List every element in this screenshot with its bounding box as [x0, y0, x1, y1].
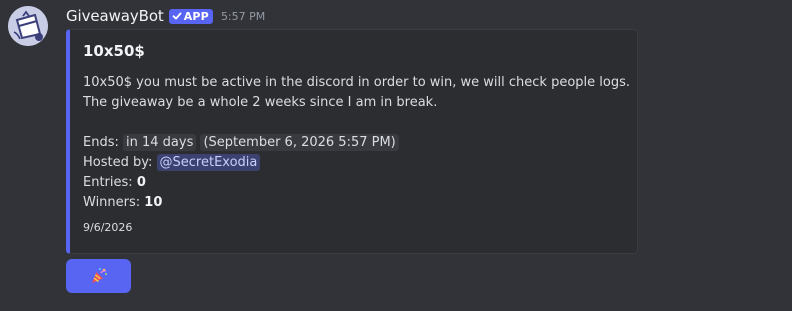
embed-title: 10x50$ — [83, 42, 145, 60]
ends-relative-time[interactable]: in 14 days — [123, 134, 197, 151]
description-line-2: The giveaway be a whole 2 weeks since I … — [83, 95, 438, 110]
message-timestamp[interactable]: 5:57 PM — [221, 10, 265, 23]
ends-absolute-time[interactable]: (September 6, 2026 5:57 PM) — [200, 134, 399, 151]
winners-row: Winners: 10 — [83, 193, 631, 213]
winners-value: 10 — [144, 195, 163, 210]
username[interactable]: GiveawayBot — [66, 7, 164, 25]
embed-footer-date: 9/6/2026 — [83, 221, 133, 234]
verified-check-icon — [172, 12, 182, 20]
entries-row: Entries: 0 — [83, 173, 631, 193]
message-header: GiveawayBot APP 5:57 PM — [66, 6, 265, 26]
giveaway-embed: 10x50$ 10x50$ you must be active in the … — [66, 29, 638, 254]
enter-giveaway-button[interactable] — [66, 259, 131, 293]
entries-label: Entries: — [83, 175, 133, 190]
host-mention[interactable]: @SecretExodia — [156, 154, 261, 171]
bot-avatar-image — [8, 6, 48, 46]
description-line-1: 10x50$ you must be active in the discord… — [83, 75, 631, 90]
embed-description: 10x50$ you must be active in the discord… — [83, 73, 631, 213]
entries-value: 0 — [136, 175, 146, 190]
hosted-row: Hosted by: @SecretExodia — [83, 153, 631, 173]
hosted-label: Hosted by: — [83, 155, 153, 170]
ends-row: Ends: in 14 days (September 6, 2026 5:57… — [83, 133, 631, 153]
bot-avatar[interactable] — [8, 6, 48, 46]
ends-label: Ends: — [83, 135, 119, 150]
app-badge: APP — [168, 8, 213, 24]
chat-message: GiveawayBot APP 5:57 PM 10x50$ 10x50$ yo… — [0, 0, 792, 311]
party-popper-icon — [91, 268, 107, 283]
winners-label: Winners: — [83, 195, 141, 210]
app-badge-label: APP — [183, 9, 209, 23]
